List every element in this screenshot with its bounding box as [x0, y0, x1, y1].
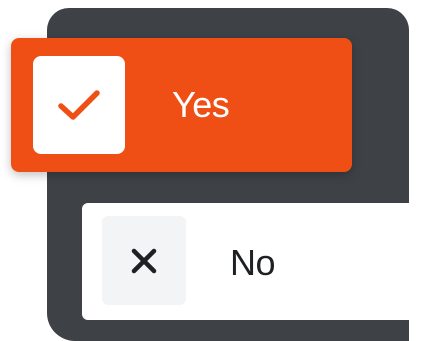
- close-icon: [131, 248, 157, 273]
- yes-option[interactable]: Yes: [11, 38, 352, 172]
- no-checkbox[interactable]: [102, 216, 186, 305]
- choice-widget: Yes No: [0, 0, 421, 341]
- yes-label: Yes: [172, 84, 230, 125]
- no-option[interactable]: No: [82, 203, 421, 320]
- no-label: No: [230, 242, 276, 283]
- check-icon: [58, 90, 100, 120]
- yes-checkbox[interactable]: [33, 56, 125, 154]
